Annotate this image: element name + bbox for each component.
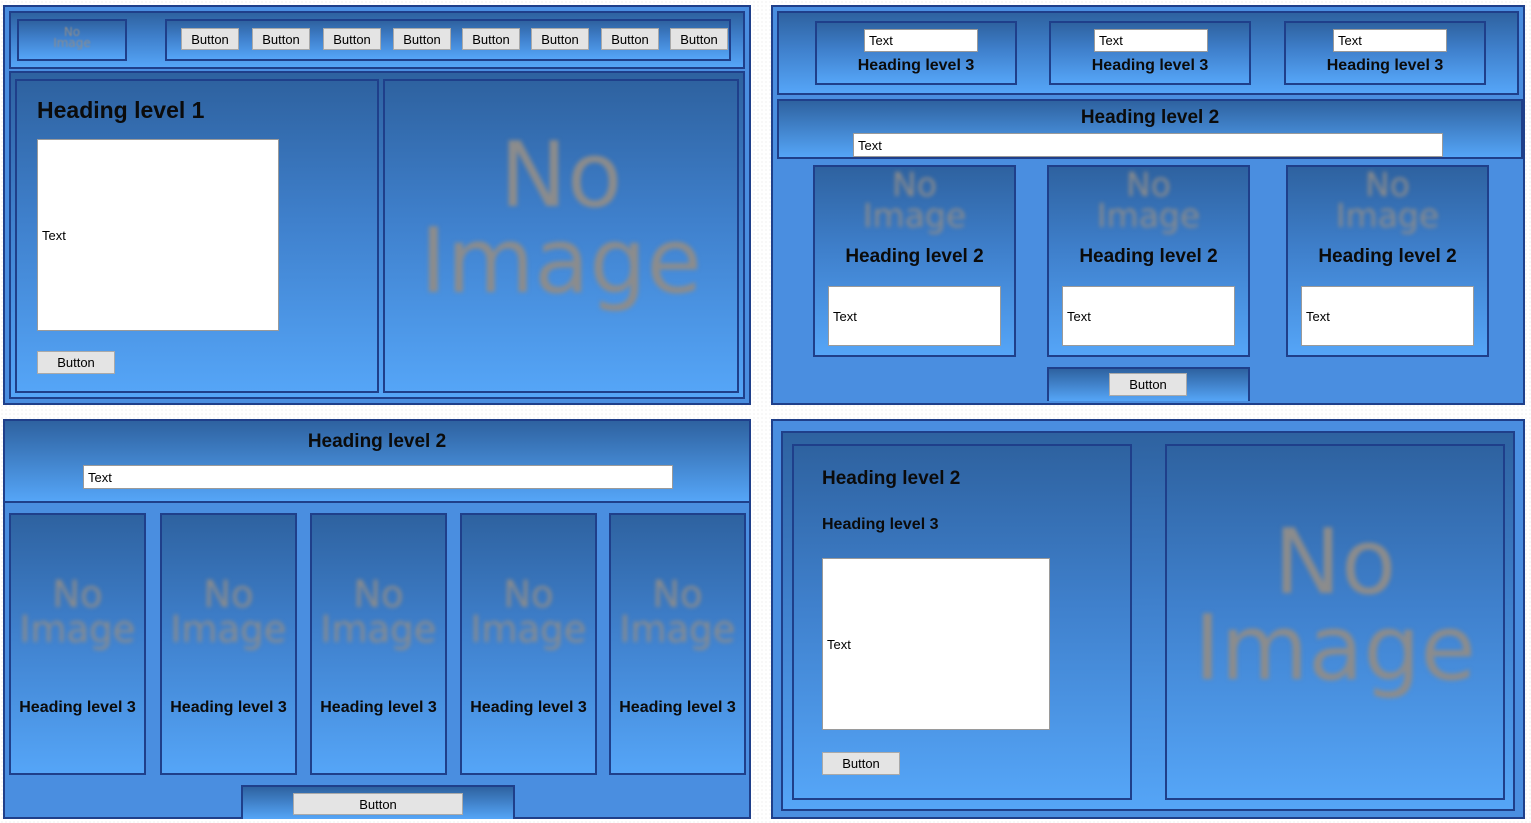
layout-bottom-left: Heading level 2 Text No Image Heading lev… [3, 419, 751, 819]
gallery-card-1: No Image Heading level 3 [9, 513, 146, 775]
feature-card-text[interactable]: Text [1301, 286, 1474, 346]
page-title: Heading level 1 [37, 97, 205, 123]
card-image: No Image [170, 573, 287, 652]
content-left-panel: Heading level 2 Heading level 3 Text But… [792, 444, 1132, 800]
nav-button-1[interactable]: Button [181, 28, 239, 50]
top-card-text[interactable]: Text [1094, 29, 1208, 52]
section-subheading: Heading level 3 [822, 516, 939, 533]
content-image: No Image [1165, 444, 1505, 800]
top-card-text[interactable]: Text [864, 29, 978, 52]
top-strip: Text Heading level 3 Text Heading level … [777, 11, 1519, 95]
feature-card-text[interactable]: Text [828, 286, 1001, 346]
nav-button-2[interactable]: Button [252, 28, 310, 50]
button-tab: Button [241, 785, 515, 819]
nav-button-6[interactable]: Button [531, 28, 589, 50]
section-heading: Heading level 2 [307, 431, 447, 452]
card-image: No Image [862, 165, 967, 236]
gallery-card-heading: Heading level 3 [170, 699, 287, 716]
section-text[interactable]: Text [83, 465, 673, 489]
text-area[interactable]: Text [37, 139, 279, 331]
nav-button-3[interactable]: Button [323, 28, 381, 50]
section-text[interactable]: Text [853, 133, 1443, 157]
nav-button-8[interactable]: Button [670, 28, 728, 50]
gallery-card-heading: Heading level 3 [320, 699, 437, 716]
gallery-card-heading: Heading level 3 [19, 699, 136, 716]
nav-button-7[interactable]: Button [601, 28, 659, 50]
card-image: No Image [1335, 165, 1440, 236]
primary-button[interactable]: Button [37, 351, 115, 374]
top-card-heading: Heading level 3 [857, 57, 975, 74]
feature-card-heading: Heading level 2 [845, 246, 984, 267]
nav-button-5[interactable]: Button [462, 28, 520, 50]
section-heading: Heading level 2 [1080, 107, 1220, 128]
gallery-card-2: No Image Heading level 3 [160, 513, 297, 775]
section-header: Heading level 2 Text [5, 421, 749, 503]
section-button[interactable]: Button [293, 793, 463, 815]
gallery-card-4: No Image Heading level 3 [460, 513, 597, 775]
top-card-2: Text Heading level 3 [1049, 21, 1251, 85]
section-heading: Heading level 2 [822, 468, 961, 489]
top-card-text[interactable]: Text [1333, 29, 1447, 52]
nav-button-4[interactable]: Button [393, 28, 451, 50]
layout-bottom-right: Heading level 2 Heading level 3 Text But… [771, 419, 1525, 819]
card-image: No Image [19, 573, 136, 652]
gallery-card-heading: Heading level 3 [470, 699, 587, 716]
text-area[interactable]: Text [822, 558, 1050, 730]
section-header: Heading level 2 Text [777, 99, 1523, 159]
nav-bar: Button Button Button Button Button Butto… [165, 19, 731, 61]
feature-card-text[interactable]: Text [1062, 286, 1235, 346]
logo-image: No Image [17, 19, 127, 61]
feature-card-heading: Heading level 2 [1318, 246, 1457, 267]
layout-top-right: Text Heading level 3 Text Heading level … [771, 5, 1525, 405]
card-image: No Image [470, 573, 587, 652]
gallery-card-heading: Heading level 3 [619, 699, 736, 716]
top-card-1: Text Heading level 3 [815, 21, 1017, 85]
top-card-heading: Heading level 3 [1091, 57, 1209, 74]
content-image: No Image [383, 79, 739, 393]
header-bar: No Image Button Button Button Button But… [9, 11, 745, 69]
section-button[interactable]: Button [1109, 373, 1187, 396]
content-area: Heading level 2 Heading level 3 Text But… [781, 431, 1515, 811]
content-left-panel: Heading level 1 Text Button [15, 79, 379, 393]
primary-button[interactable]: Button [822, 752, 900, 775]
feature-card-heading: Heading level 2 [1079, 246, 1218, 267]
card-image: No Image [320, 573, 437, 652]
card-image: No Image [1096, 165, 1201, 236]
top-card-heading: Heading level 3 [1326, 57, 1444, 74]
card-image: No Image [619, 573, 736, 652]
layout-top-left: No Image Button Button Button Button But… [3, 5, 751, 405]
feature-card-1: No Image Heading level 2 Text [813, 165, 1016, 357]
content-area: Heading level 1 Text Button No Image [9, 71, 745, 399]
top-card-3: Text Heading level 3 [1284, 21, 1486, 85]
feature-card-2: No Image Heading level 2 Text [1047, 165, 1250, 357]
feature-card-3: No Image Heading level 2 Text [1286, 165, 1489, 357]
gallery-card-3: No Image Heading level 3 [310, 513, 447, 775]
gallery-card-5: No Image Heading level 3 [609, 513, 746, 775]
button-tab: Button [1047, 367, 1250, 401]
